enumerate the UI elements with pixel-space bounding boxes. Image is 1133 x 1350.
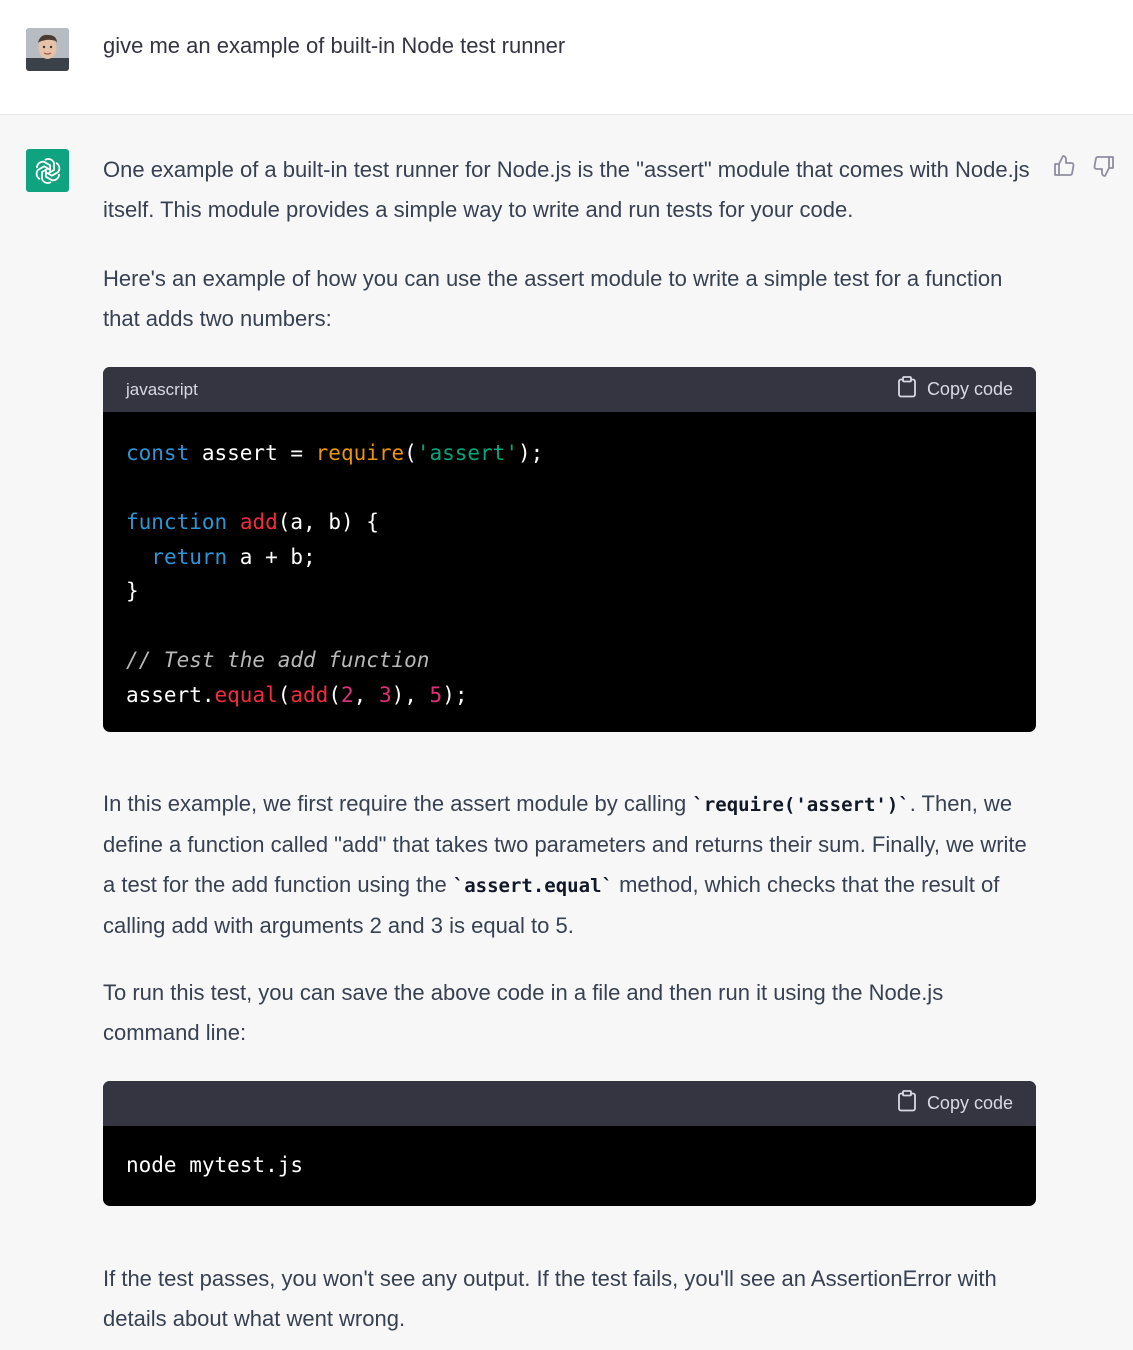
code-token: ); [517, 441, 544, 465]
paragraph-results: If the test passes, you won't see any ou… [103, 1266, 997, 1331]
code-comment: // Test the add function [126, 648, 430, 672]
code-token: const [126, 441, 190, 465]
code-token: a + b; [227, 544, 316, 569]
code-token: require [315, 441, 405, 465]
paragraph-text: In this example, we first require the as… [103, 791, 693, 816]
code-block-header: javascript Copy code [103, 367, 1036, 412]
code-block-header: Copy code [103, 1081, 1036, 1126]
code-token: add [239, 510, 278, 534]
code-line-3: function add(a, b) { [126, 510, 379, 534]
code-line-4: return a + b; [126, 544, 316, 569]
clipboard-icon [897, 1090, 917, 1117]
user-message-text: give me an example of built-in Node test… [103, 33, 566, 58]
code-token: return [151, 544, 228, 569]
copy-code-button[interactable]: Copy code [897, 1090, 1013, 1117]
code-line-1: const assert = require('assert'); [126, 441, 543, 465]
user-avatar [26, 28, 69, 71]
clipboard-icon [897, 376, 917, 403]
code-token: assert. [126, 682, 215, 707]
thumbs-down-icon[interactable] [1091, 153, 1117, 179]
code-token: 'assert' [416, 441, 518, 465]
code-token: ( [404, 441, 417, 465]
paragraph-explanation: In this example, we first require the as… [103, 784, 1036, 946]
code-token: 5 [429, 682, 443, 707]
code-token: , [353, 682, 379, 707]
code-token: ( [328, 682, 341, 707]
code-token: ( [277, 682, 291, 707]
paragraph-example-intro: Here's an example of how you can use the… [103, 266, 1003, 331]
code-line-5: } [126, 579, 139, 603]
paragraph-intro: One example of a built-in test runner fo… [103, 157, 1030, 222]
paragraph-run-instructions: To run this test, you can save the above… [103, 980, 944, 1045]
code-line-8: assert.equal(add(2, 3), 5); [126, 683, 467, 707]
code-token: function [126, 510, 228, 534]
code-token: ); [442, 682, 468, 707]
copy-code-label: Copy code [926, 1093, 1013, 1113]
code-token: 2 [340, 682, 354, 707]
code-token: add [290, 682, 329, 707]
inline-code: `require('assert')` [692, 794, 910, 816]
user-message-row: give me an example of built-in Node test… [0, 0, 1133, 115]
code-token: 3 [378, 682, 392, 707]
code-token: ), [391, 682, 430, 707]
code-token: assert = [189, 441, 316, 465]
code-token: (a, b) { [277, 510, 379, 534]
code-block-javascript: javascript Copy code const assert = requ… [103, 367, 1036, 732]
code-content[interactable]: const assert = require('assert'); functi… [103, 412, 1036, 732]
code-token: equal [214, 682, 278, 707]
assistant-message-row: One example of a built-in test runner fo… [0, 115, 1133, 1350]
code-language-label: javascript [126, 379, 198, 399]
copy-code-button[interactable]: Copy code [897, 376, 1013, 403]
copy-code-label: Copy code [926, 379, 1013, 399]
thumbs-up-icon[interactable] [1051, 153, 1077, 179]
code-content[interactable]: node mytest.js [103, 1126, 1036, 1206]
inline-code: `assert.equal` [452, 875, 613, 897]
chatgpt-logo-icon [26, 149, 69, 192]
code-block-shell: Copy code node mytest.js [103, 1081, 1036, 1206]
